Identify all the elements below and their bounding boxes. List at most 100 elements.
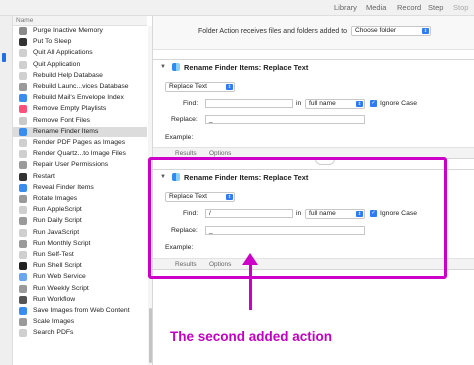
list-item-label: Rename Finder Items	[33, 127, 99, 135]
tab-results[interactable]: Results	[175, 150, 197, 157]
action-1-replace-value: _	[209, 116, 213, 123]
list-item[interactable]: Run Daily Script	[13, 216, 147, 226]
action-icon	[19, 228, 27, 237]
toolbar: Library Media Record Step Stop	[0, 0, 474, 16]
action-icon	[19, 239, 27, 248]
action-1-find-field[interactable]	[205, 99, 293, 108]
list-item[interactable]: Remove Empty Playlists	[13, 104, 147, 114]
list-item-label: Put To Sleep	[33, 38, 72, 46]
folder-choice-popup[interactable]: Choose folder ⇕	[351, 26, 431, 36]
list-item-label: Run Self-Test	[33, 251, 74, 258]
list-item[interactable]: Quit All Applications	[13, 48, 147, 58]
action-1-ignore-case-label: Ignore Case	[380, 100, 418, 107]
list-item-label: Rebuild Help Database	[33, 71, 103, 79]
highlight-box	[148, 157, 447, 279]
action-icon	[19, 71, 27, 80]
action-icon	[19, 127, 27, 136]
stop-button[interactable]: Stop	[453, 3, 468, 12]
list-item-label: Remove Font Files	[33, 116, 91, 124]
action-icon	[19, 195, 27, 203]
list-item[interactable]: Run Weekly Script	[13, 284, 147, 294]
list-item-label: Quit Application	[33, 60, 81, 68]
list-item-label: Purge Inactive Memory	[33, 27, 103, 34]
list-item-label: Quit All Applications	[33, 49, 93, 57]
list-item-label: Run AppleScript	[33, 206, 82, 214]
list-item[interactable]: Run Monthly Script	[13, 239, 147, 249]
action-icon	[19, 94, 27, 103]
list-item[interactable]: Render Quartz...to Image Files	[13, 149, 147, 159]
list-item-label: Run Monthly Script	[33, 239, 91, 247]
list-item[interactable]: Run Workflow	[13, 295, 147, 305]
action-icon	[19, 262, 27, 271]
library-button[interactable]: Library	[334, 3, 357, 12]
action-icon	[19, 251, 27, 259]
list-item[interactable]: Rebuild Launc...vices Database	[13, 82, 147, 92]
action-icon	[19, 206, 27, 215]
action-1-title-row[interactable]: ▼ Rename Finder Items: Replace Text	[153, 60, 474, 74]
list-item[interactable]: Run Self-Test	[13, 250, 147, 260]
action-1-mode-popup[interactable]: Replace Text ⇕	[165, 82, 235, 92]
action-1-find-label: Find:	[183, 100, 199, 107]
chevron-updown-icon: ⇕	[356, 101, 363, 107]
chevron-updown-icon: ⇕	[226, 84, 233, 90]
list-item[interactable]: Rotate Images	[13, 194, 147, 204]
list-item[interactable]: Quit Application	[13, 60, 147, 70]
list-item[interactable]: Rename Finder Items	[13, 126, 147, 137]
list-item[interactable]: Remove Font Files	[13, 116, 147, 126]
list-item[interactable]: Search PDFs	[13, 328, 147, 338]
list-scrollbar-thumb[interactable]	[149, 308, 152, 363]
list-item-label: Run Shell Script	[33, 262, 82, 270]
action-icon	[19, 172, 27, 181]
list-item-label: Render Quartz...to Image Files	[33, 150, 126, 158]
chevron-updown-icon: ⇕	[422, 28, 429, 34]
action-icon	[19, 284, 27, 293]
list-item[interactable]: Scale Images	[13, 317, 147, 327]
list-item[interactable]: Repair User Permissions	[13, 160, 147, 170]
action-1-in-popup[interactable]: full name ⇕	[305, 99, 365, 109]
list-item[interactable]: Put To Sleep	[13, 37, 147, 47]
list-item-label: Repair User Permissions	[33, 161, 109, 169]
library-sidebar	[0, 16, 13, 365]
list-item-label: Run JavaScript	[33, 228, 80, 236]
action-icon	[19, 161, 27, 170]
list-item[interactable]: Restart	[13, 172, 147, 182]
action-1-ignore-case-checkbox[interactable]: ✓	[370, 100, 377, 107]
disclosure-triangle-icon[interactable]: ▼	[160, 64, 166, 70]
action-1-replace-field[interactable]: _	[205, 115, 365, 124]
list-item-label: Rotate Images	[33, 195, 78, 202]
list-item[interactable]: Rebuild Mail's Envelope Index	[13, 93, 147, 103]
list-item[interactable]: Render PDF Pages as Images	[13, 138, 147, 148]
list-header[interactable]: Name	[13, 16, 147, 26]
list-item[interactable]: Run Web Service	[13, 272, 147, 282]
action-icon	[19, 49, 27, 58]
action-icon	[19, 217, 27, 226]
record-button[interactable]: Record	[397, 3, 421, 12]
list-item[interactable]: Run AppleScript	[13, 205, 147, 215]
list-item[interactable]: Save Images from Web Content	[13, 306, 147, 316]
action-icon	[19, 38, 27, 47]
tab-options[interactable]: Options	[209, 150, 231, 157]
action-icon	[19, 60, 27, 69]
list-item-label: Search PDFs	[33, 329, 74, 337]
action-1: ▼ Rename Finder Items: Replace Text Repl…	[153, 59, 474, 159]
list-item[interactable]: Run Shell Script	[13, 261, 147, 271]
action-icon	[19, 318, 27, 327]
list-item-label: Render PDF Pages as Images	[33, 139, 126, 146]
media-button[interactable]: Media	[366, 3, 386, 12]
list-item[interactable]: Rebuild Help Database	[13, 71, 147, 81]
sidebar-selection-indicator[interactable]	[2, 53, 6, 62]
action-1-title: Rename Finder Items: Replace Text	[184, 63, 309, 72]
list-item-label: Run Weekly Script	[33, 284, 89, 292]
list-item-label: Reveal Finder Items	[33, 183, 94, 191]
action-icon	[19, 307, 27, 315]
list-item[interactable]: Run JavaScript	[13, 228, 147, 238]
list-item[interactable]: Purge Inactive Memory	[13, 26, 147, 36]
list-item[interactable]: Reveal Finder Items	[13, 183, 147, 193]
action-icon	[19, 116, 27, 125]
list-item-label: Run Daily Script	[33, 217, 82, 225]
step-button[interactable]: Step	[428, 3, 443, 12]
annotation-caption: The second added action	[170, 329, 333, 344]
action-icon	[19, 273, 27, 282]
action-1-example-label: Example:	[165, 134, 194, 141]
action-icon	[19, 83, 27, 91]
